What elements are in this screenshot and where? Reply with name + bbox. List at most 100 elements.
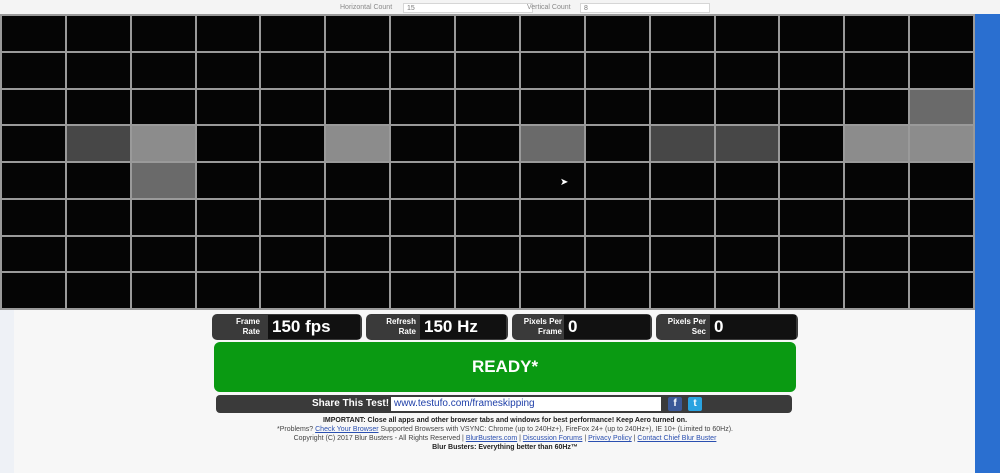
share-url-field[interactable]: www.testufo.com/frameskipping [391,397,661,411]
grid-cell [456,199,519,235]
grid-cell [910,52,973,88]
vertical-count-label: Vertical Count [527,4,571,11]
grid-cell [520,52,584,88]
grid-cell [910,273,973,308]
grid-cell [780,126,844,161]
grid-cell [520,16,584,51]
grid-cell [456,52,519,88]
grid-cell [66,163,130,198]
grid-cell [196,126,260,161]
share-label: Share This Test! [312,398,390,409]
grid-cell [66,89,130,125]
grid-cell [261,16,325,51]
copyright-text: Copyright (C) 2017 Blur Busters - All Ri… [293,435,464,442]
grid-cell [520,273,584,308]
facebook-icon[interactable]: f [668,397,682,411]
blurbusters-link[interactable]: BlurBusters.com [466,435,517,442]
grid-cell [780,16,844,51]
pixels-per-sec-stat: Pixels Per Sec 0 [656,314,798,340]
grid-cell [326,163,390,198]
problems-line: *Problems? Check Your Browser Supported … [220,426,790,433]
grid-cell [520,89,584,125]
grid-cell [456,163,519,198]
grid-cell [196,236,260,272]
grid-cell [845,16,909,51]
grid-cell [131,273,195,308]
grid-cell [780,52,844,88]
grid-cell [391,16,455,51]
grid-cell [391,199,455,235]
grid-cell [585,163,649,198]
grid-cell [520,199,584,235]
forums-link[interactable]: Discussion Forums [523,435,583,442]
grid-cell [66,273,130,308]
frame-rate-label: Frame Rate [235,317,260,336]
grid-cell [66,52,130,88]
grid-cell [780,236,844,272]
grid-cell [196,89,260,125]
grid-cell [715,199,779,235]
grid-cell [2,273,65,308]
grid-cell [261,126,325,161]
refresh-rate-label: Refresh Rate [386,317,416,336]
grid-cell [456,273,519,308]
grid-cell [2,89,65,125]
grid-cell [261,89,325,125]
grid-cell [131,16,195,51]
grid-cell [910,16,973,51]
grid-cell [845,199,909,235]
horizontal-count-label: Horizontal Count [340,4,393,11]
grid-cell [845,163,909,198]
grid-cell [715,16,779,51]
grid-cell [391,163,455,198]
grid-cell [391,273,455,308]
grid-cell [910,89,973,125]
grid-cell [391,89,455,125]
grid-cell [456,89,519,125]
grid-cell [326,273,390,308]
grid-cell [520,236,584,272]
grid-cell [650,163,714,198]
grid-cell [910,236,973,272]
grid-cell [391,236,455,272]
grid-cell [326,236,390,272]
grid-cell [585,16,649,51]
grid-cell [780,199,844,235]
grid-cell [326,89,390,125]
grid-cell [326,199,390,235]
grid-cell [131,236,195,272]
tagline-line: Blur Busters: Everything better than 60H… [220,444,790,451]
privacy-link[interactable]: Privacy Policy [588,435,632,442]
horizontal-count-input[interactable]: 15 [403,3,533,13]
copyright-line: Copyright (C) 2017 Blur Busters - All Ri… [293,435,717,442]
pixels-per-frame-stat: Pixels Per Frame 0 [512,314,652,340]
grid-cell [650,199,714,235]
twitter-icon[interactable]: t [688,397,702,411]
grid-cell [650,89,714,125]
grid-cell [650,16,714,51]
grid-cell [585,126,649,161]
pixels-per-sec-label: Pixels Per Sec [667,317,706,336]
grid-cell [66,16,130,51]
grid-cell [131,52,195,88]
grid-cell [520,163,584,198]
check-browser-link[interactable]: Check Your Browser [315,426,378,433]
grid-cell [131,89,195,125]
important-notice: IMPORTANT: Close all apps and other brow… [220,417,790,424]
share-bar: Share This Test! www.testufo.com/framesk… [216,395,792,413]
refresh-rate-stat: Refresh Rate 150 Hz [366,314,508,340]
grid-cell [845,273,909,308]
grid-cell [910,126,973,161]
grid-cell [845,126,909,161]
grid-cell [391,52,455,88]
grid-cell [845,89,909,125]
grid-cell [650,52,714,88]
contact-link[interactable]: Contact Chief Blur Buster [637,435,716,442]
grid-cell [715,163,779,198]
grid-cell [2,52,65,88]
grid-cell [196,52,260,88]
grid-cell [585,236,649,272]
grid-cell [131,163,195,198]
vertical-count-input[interactable]: 8 [580,3,710,13]
grid-cell [585,199,649,235]
